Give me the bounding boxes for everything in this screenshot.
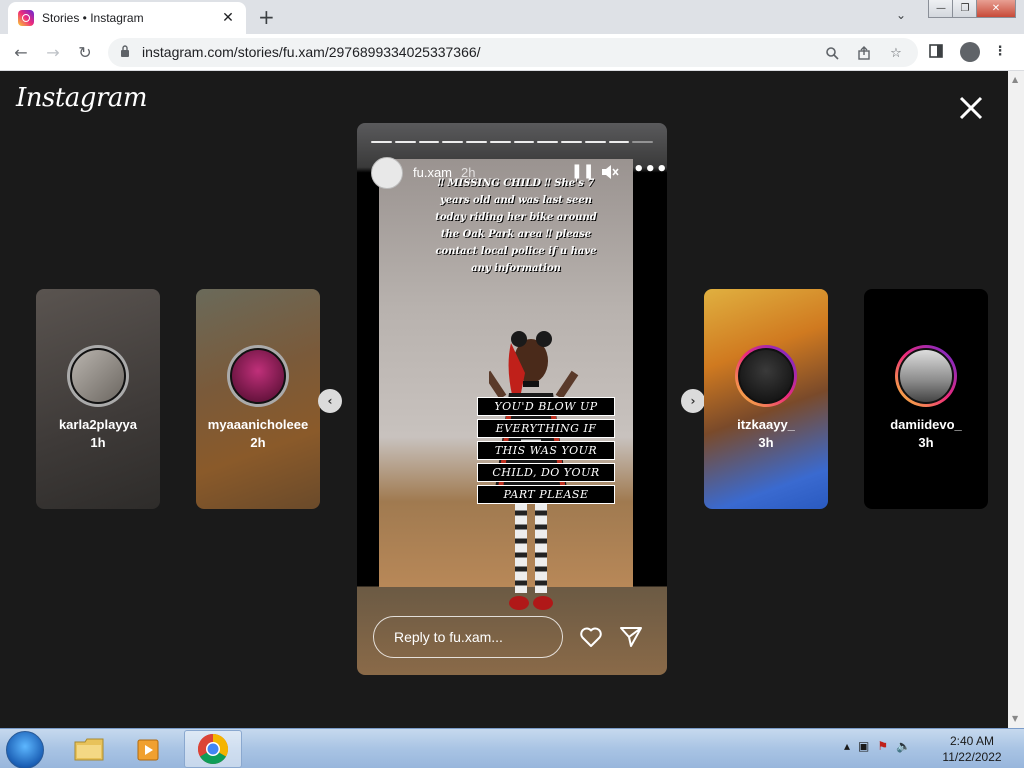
- url-omnibox[interactable]: instagram.com/stories/fu.xam/29768993340…: [108, 38, 918, 67]
- story-preview-damiidevo[interactable]: damiidevo_ 3h: [864, 289, 988, 509]
- story-caption-box: YOU'D BLOW UP EVERYTHING IF THIS WAS YOU…: [477, 397, 615, 507]
- chrome-taskbar-button[interactable]: [184, 730, 242, 768]
- story-time: 2h: [250, 435, 266, 450]
- progress-segment: [584, 141, 606, 143]
- url-text[interactable]: instagram.com/stories/fu.xam/29768993340…: [142, 44, 481, 60]
- progress-segment: [513, 141, 535, 143]
- media-player-taskbar-button[interactable]: [120, 730, 178, 768]
- volume-icon[interactable]: 🔈: [896, 739, 911, 753]
- story-username: myaaanicholeee: [207, 417, 309, 432]
- new-tab-button[interactable]: +: [258, 5, 275, 29]
- network-icon[interactable]: ▣: [858, 739, 869, 753]
- story-ring: [895, 345, 957, 407]
- pause-icon[interactable]: ❚❚: [571, 163, 594, 179]
- media-player-icon: [137, 739, 159, 761]
- minimize-button[interactable]: —: [928, 0, 954, 18]
- side-panel-icon[interactable]: [928, 43, 944, 59]
- zoom-search-icon[interactable]: [824, 45, 840, 61]
- send-icon[interactable]: [619, 625, 643, 649]
- avatar: [70, 348, 126, 404]
- story-ring: [227, 345, 289, 407]
- caption-line: THIS WAS YOUR: [477, 441, 615, 460]
- more-options-icon[interactable]: •••: [633, 159, 667, 180]
- clock-date: 11/22/2022: [942, 750, 1002, 764]
- progress-segment: [632, 141, 653, 143]
- file-explorer-taskbar-button[interactable]: [60, 730, 118, 768]
- active-story[interactable]: ‼ MISSING CHILD ‼ She's 7 years old and …: [357, 123, 667, 675]
- story-username: itzkaayy_: [737, 417, 795, 432]
- story-author-avatar[interactable]: [371, 157, 403, 189]
- story-ring: [67, 345, 129, 407]
- instagram-favicon-icon: [18, 10, 34, 26]
- forward-arrow-icon[interactable]: →: [42, 41, 64, 63]
- scroll-down-arrow-icon[interactable]: ▼: [1012, 714, 1018, 723]
- tab-bar: Stories • Instagram ✕ + ⌄ — ❐ ✕: [0, 0, 1024, 34]
- system-clock[interactable]: 2:40 AM 11/22/2022: [932, 733, 1012, 765]
- progress-segment: [371, 141, 392, 143]
- story-username: damiidevo_: [890, 417, 962, 432]
- story-author-username[interactable]: fu.xam: [413, 165, 452, 180]
- story-preview-karla2playya[interactable]: karla2playya 1h: [36, 289, 160, 509]
- back-arrow-icon[interactable]: ←: [10, 41, 32, 63]
- screen: Stories • Instagram ✕ + ⌄ — ❐ ✕ ← → ↻ in…: [0, 0, 1024, 768]
- progress-segment: [489, 141, 511, 143]
- progress-segment: [418, 141, 440, 143]
- story-time: 2h: [461, 165, 476, 180]
- story-progress-bar: [371, 141, 653, 143]
- clock-time: 2:40 AM: [949, 734, 995, 748]
- story-preview-myaaanicholeee[interactable]: myaaanicholeee 2h: [196, 289, 320, 509]
- show-hidden-icons-arrow-icon[interactable]: ▴: [844, 739, 850, 753]
- start-button[interactable]: [6, 731, 44, 768]
- mute-icon[interactable]: [601, 164, 619, 180]
- bookmark-star-icon[interactable]: ☆: [888, 45, 904, 61]
- window-close-button[interactable]: ✕: [976, 0, 1016, 18]
- page-scrollbar[interactable]: ▲ ▼: [1008, 71, 1024, 728]
- action-center-icon[interactable]: ⚑: [877, 739, 888, 753]
- caption-line: YOU'D BLOW UP: [477, 397, 615, 416]
- story-header: fu.xam 2h ❚❚ •••: [371, 157, 667, 189]
- progress-segment: [466, 141, 487, 143]
- reload-icon[interactable]: ↻: [74, 41, 96, 63]
- progress-segment: [561, 141, 582, 143]
- story-time: 3h: [758, 435, 774, 450]
- previous-story-button[interactable]: ‹: [318, 389, 342, 413]
- stories-viewer: Instagram karla2playya 1h myaaanicholeee…: [0, 71, 1008, 728]
- progress-segment: [608, 141, 630, 143]
- caption-line: CHILD, DO YOUR: [477, 463, 615, 482]
- system-tray: ▴ ▣ ⚑ 🔈: [844, 739, 911, 753]
- avatar: [898, 348, 954, 404]
- profile-avatar-icon[interactable]: [960, 42, 980, 62]
- browser-tab[interactable]: Stories • Instagram ✕: [8, 2, 246, 34]
- address-bar: ← → ↻ instagram.com/stories/fu.xam/29768…: [0, 34, 1024, 71]
- story-time: 3h: [918, 435, 934, 450]
- close-icon[interactable]: [958, 95, 984, 121]
- caption-line: EVERYTHING IF: [477, 419, 615, 438]
- tab-close-icon[interactable]: ✕: [220, 10, 236, 26]
- instagram-logo[interactable]: Instagram: [16, 83, 148, 113]
- lock-icon: [121, 45, 129, 57]
- progress-segment: [537, 141, 558, 143]
- progress-segment: [442, 141, 463, 143]
- story-time: 1h: [90, 435, 106, 450]
- folder-icon: [74, 738, 104, 761]
- progress-segment: [394, 141, 416, 143]
- chrome-icon: [197, 734, 229, 765]
- story-ring: [735, 345, 797, 407]
- restore-button[interactable]: ❐: [952, 0, 978, 18]
- heart-icon[interactable]: [579, 625, 603, 649]
- caption-line: PART PLEASE: [477, 485, 615, 504]
- scroll-up-arrow-icon[interactable]: ▲: [1012, 75, 1018, 84]
- reply-input[interactable]: Reply to fu.xam...: [373, 616, 563, 658]
- share-icon[interactable]: [856, 45, 872, 61]
- next-story-button[interactable]: ›: [681, 389, 705, 413]
- story-caption-top: ‼ MISSING CHILD ‼ She's 7 years old and …: [435, 178, 597, 274]
- tab-search-chevron-icon[interactable]: ⌄: [896, 8, 906, 22]
- menu-kebab-icon[interactable]: ⋮: [992, 43, 1008, 59]
- avatar: [738, 348, 794, 404]
- story-username: karla2playya: [58, 417, 138, 432]
- story-preview-itzkaayy[interactable]: itzkaayy_ 3h: [704, 289, 828, 509]
- tab-title: Stories • Instagram: [42, 11, 144, 25]
- windows-taskbar: ▴ ▣ ⚑ 🔈 2:40 AM 11/22/2022: [0, 728, 1024, 768]
- avatar: [230, 348, 286, 404]
